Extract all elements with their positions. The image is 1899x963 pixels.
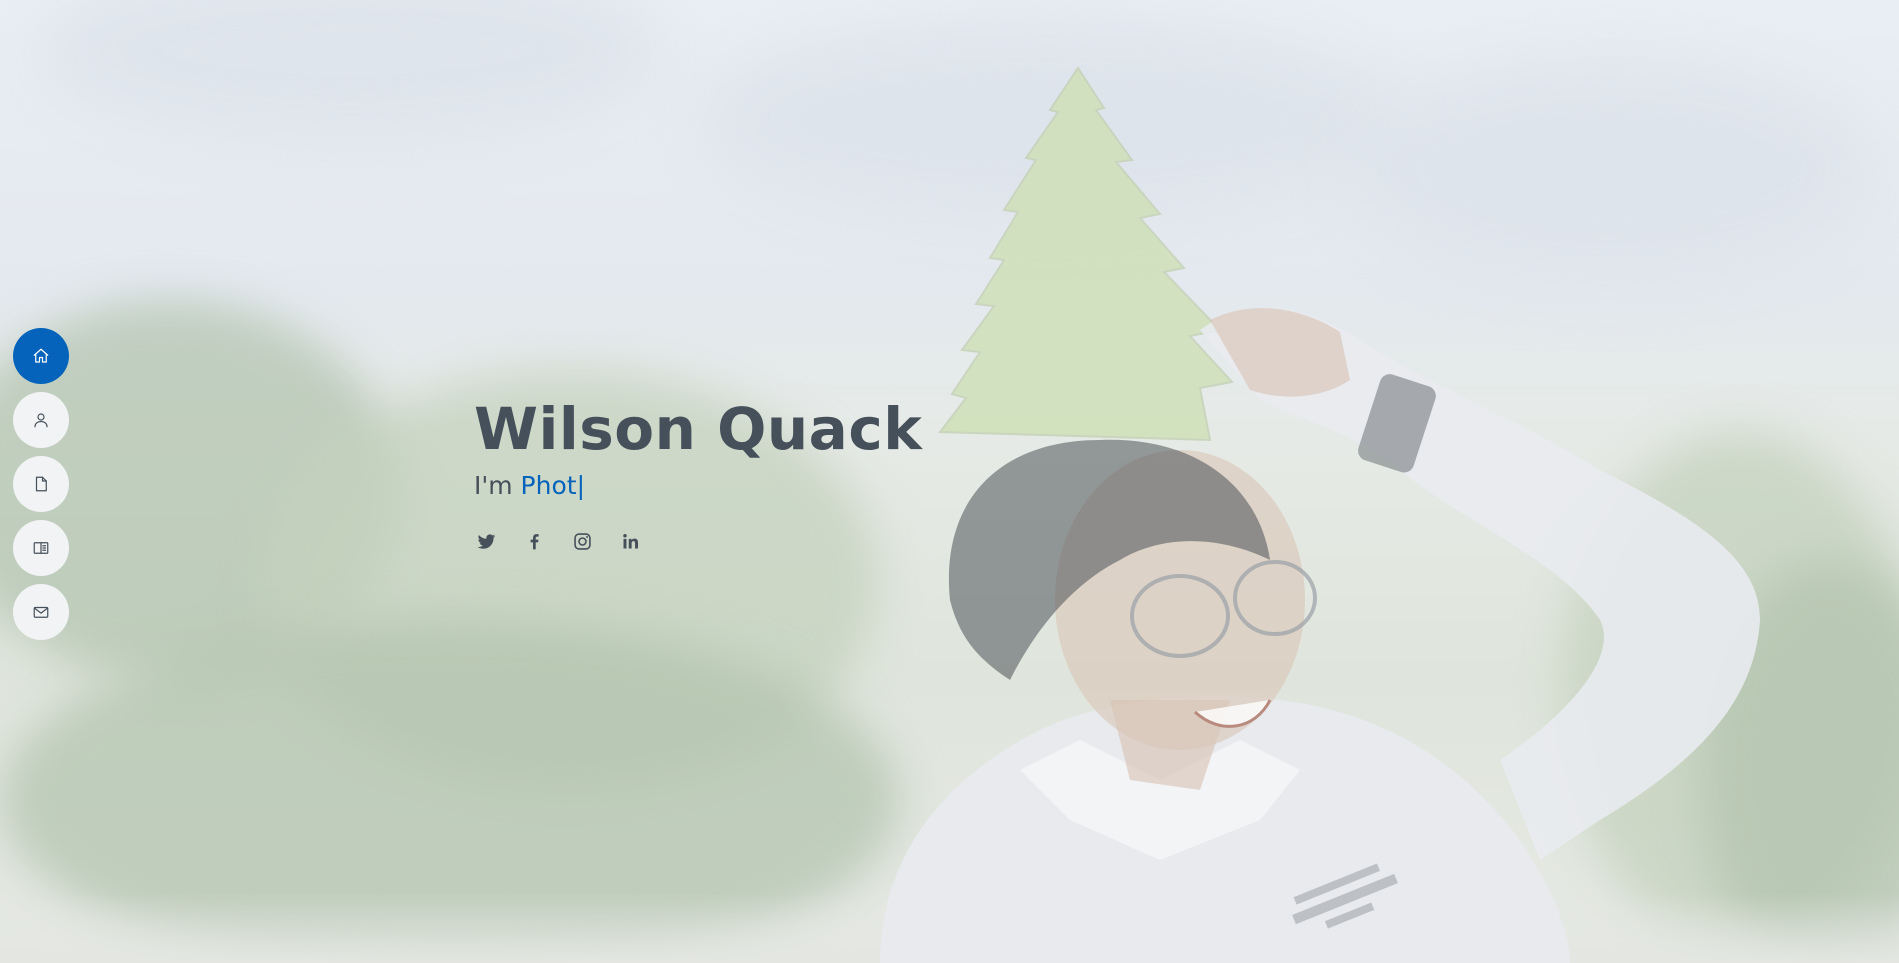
instagram-link[interactable] [570,529,594,553]
nav-resume-button[interactable] [13,456,69,512]
side-nav [13,328,69,640]
hero-prefix: I'm [474,471,521,500]
instagram-icon [573,532,591,550]
hero-content: Wilson Quack I'm Phot| [474,393,922,553]
facebook-link[interactable] [522,529,546,553]
envelope-icon [33,606,49,618]
hero-subtitle: I'm Phot| [474,469,922,503]
linkedin-link[interactable] [618,529,642,553]
book-icon [33,542,49,554]
nav-home-button[interactable] [13,328,69,384]
nav-about-button[interactable] [13,392,69,448]
file-icon [35,476,47,492]
twitter-icon [477,533,495,549]
typed-cursor: | [576,471,586,500]
person-icon [34,413,48,428]
home-icon [33,348,49,363]
twitter-link[interactable] [474,529,498,553]
linkedin-icon [622,533,638,548]
facebook-icon [530,533,539,549]
social-links [474,529,922,553]
portrait-photo [880,66,1760,963]
typed-text: Phot [520,471,577,500]
hero-background-photo [0,0,1899,963]
nav-contact-button[interactable] [13,584,69,640]
hero-name-heading: Wilson Quack [474,395,923,463]
nav-portfolio-button[interactable] [13,520,69,576]
